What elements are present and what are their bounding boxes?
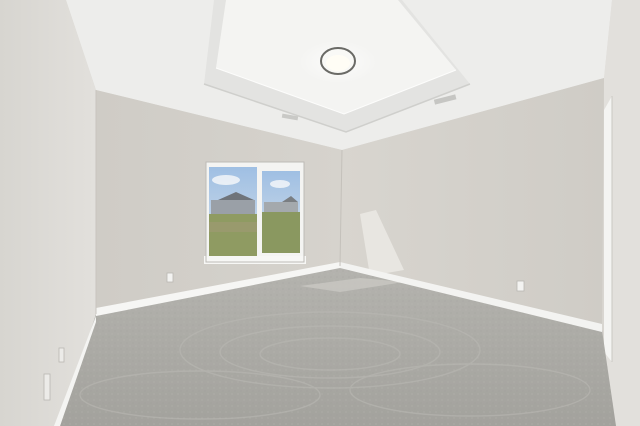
outlet bbox=[58, 347, 65, 363]
outlet bbox=[516, 280, 525, 292]
outlet bbox=[43, 373, 51, 401]
window bbox=[204, 161, 306, 264]
outlet bbox=[166, 272, 174, 283]
room-photo bbox=[0, 0, 640, 426]
room-scene bbox=[0, 0, 640, 426]
